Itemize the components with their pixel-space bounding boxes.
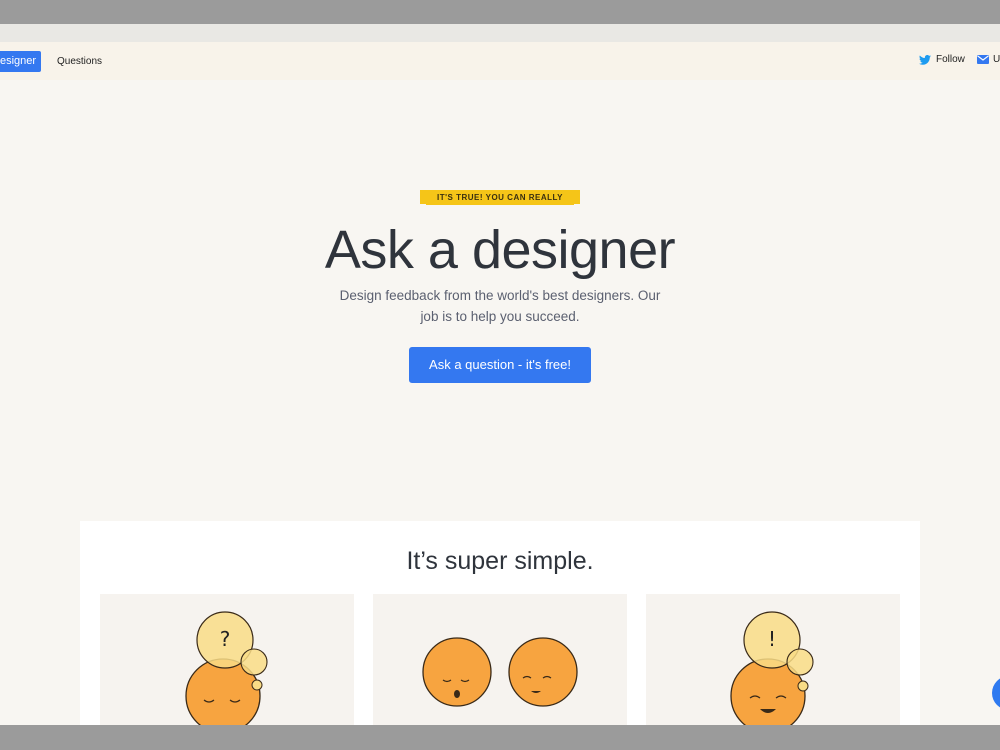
- mail-label: U: [993, 54, 1000, 65]
- hero-ribbon: IT'S TRUE! YOU CAN REALLY: [420, 190, 580, 205]
- hero-subtitle: Design feedback from the world's best de…: [339, 288, 661, 324]
- brand-button[interactable]: esigner: [0, 51, 41, 72]
- svg-text:!: !: [768, 627, 776, 651]
- mail-link[interactable]: U: [977, 54, 1000, 65]
- envelope-icon: [977, 55, 989, 64]
- nav-questions-link[interactable]: Questions: [57, 51, 102, 72]
- browser-frame-top: [0, 0, 1000, 24]
- ask-question-button[interactable]: Ask a question - it's free!: [409, 347, 591, 383]
- section-title: It’s super simple.: [406, 547, 594, 575]
- chat-launcher-button[interactable]: [992, 676, 1000, 710]
- two-faces-talking-icon: [422, 637, 578, 707]
- hero-section: IT'S TRUE! YOU CAN REALLY Ask a designer…: [0, 80, 1000, 520]
- follow-link[interactable]: Follow: [919, 54, 965, 65]
- hero-title: Ask a designer: [324, 220, 676, 280]
- browser-frame-strip: [0, 24, 1000, 42]
- thinking-question-face-icon: ?: [185, 611, 268, 725]
- top-navbar: esigner Questions Follow U: [0, 42, 1000, 80]
- step-card-3: !: [646, 594, 900, 725]
- how-it-works-section: It’s super simple. ? !: [80, 521, 920, 725]
- step-card-1: ?: [100, 594, 354, 725]
- idea-exclamation-face-icon: !: [730, 611, 814, 725]
- browser-frame-bottom: [0, 725, 1000, 750]
- twitter-icon: [919, 54, 931, 65]
- step-card-2: [373, 594, 627, 725]
- follow-label: Follow: [936, 54, 965, 65]
- svg-text:?: ?: [220, 627, 231, 651]
